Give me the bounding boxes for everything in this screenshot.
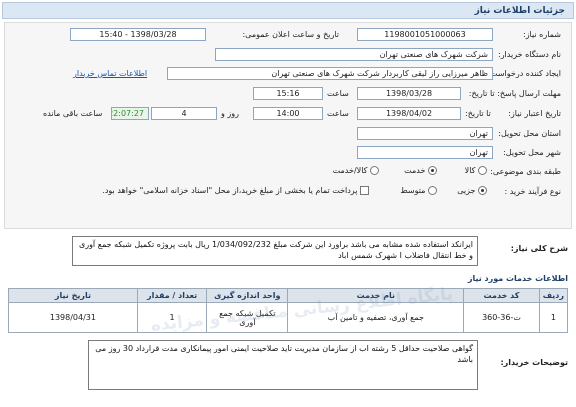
- validity-prefix: تا تاریخ:: [465, 109, 491, 118]
- page: جزئیات اطلاعات نیاز شماره نیاز: 11980010…: [0, 0, 576, 407]
- buyer-notes-label: توضیحات خریدار:: [500, 358, 568, 367]
- category-goods-radio[interactable]: [478, 166, 487, 175]
- category-both-label: کالا/خدمت: [332, 166, 368, 175]
- need-number-field[interactable]: 1198001051000063: [357, 28, 493, 41]
- reply-date-field[interactable]: 1398/03/28: [357, 87, 461, 100]
- payment-treasury-option[interactable]: پرداخت تمام یا بخشی از مبلغ خرید،از محل …: [102, 186, 369, 195]
- payment-treasury-label: پرداخت تمام یا بخشی از مبلغ خرید،از محل …: [102, 186, 358, 195]
- category-option-service[interactable]: خدمت: [404, 166, 437, 175]
- category-goods-label: کالا: [464, 166, 476, 175]
- category-label: طبقه بندی موضوعی:: [490, 167, 561, 176]
- process-option-medium[interactable]: متوسط: [400, 186, 437, 195]
- page-header: جزئیات اطلاعات نیاز: [2, 2, 574, 19]
- reply-time-field[interactable]: 15:16: [253, 87, 323, 100]
- reply-deadline-label: مهلت ارسال پاسخ: تا تاریخ:: [468, 89, 561, 98]
- validity-label: تاریخ اعتبار نیاز:: [508, 109, 561, 118]
- announce-field[interactable]: 1398/03/28 - 15:40: [70, 28, 206, 41]
- validity-date-field[interactable]: 1398/04/02: [357, 107, 461, 120]
- buyer-contact-link[interactable]: اطلاعات تماس خریدار: [73, 69, 147, 78]
- buyer-label: نام دستگاه خریدار:: [498, 50, 561, 59]
- category-service-radio[interactable]: [428, 166, 437, 175]
- col-row: ردیف: [538, 288, 569, 303]
- days-field[interactable]: 4: [151, 107, 217, 120]
- city-label: شهر محل تحویل:: [503, 148, 561, 157]
- province-label: استان محل تحویل:: [498, 129, 561, 138]
- days-label: روز و: [221, 109, 239, 118]
- category-both-radio[interactable]: [370, 166, 379, 175]
- cell-service-code: ت-36-360: [463, 302, 540, 333]
- need-details-panel: شماره نیاز: 1198001051000063 تاریخ و ساع…: [4, 22, 572, 229]
- category-option-both[interactable]: کالا/خدمت: [333, 166, 379, 175]
- page-title: جزئیات اطلاعات نیاز: [474, 6, 565, 16]
- remaining-label: ساعت باقی مانده: [43, 109, 103, 118]
- creator-label: ایجاد کننده درخواست:: [487, 69, 561, 78]
- summary-text: ایرانکد استفاده شده مشابه می باشد براورد…: [72, 236, 478, 266]
- remaining-time-field: 22:07:27: [111, 107, 149, 120]
- category-option-goods[interactable]: کالا: [465, 166, 487, 175]
- col-unit: واحد اندازه گیری: [206, 288, 289, 303]
- buyer-notes-text: گواهی صلاحیت حداقل 5 رشته اب از سازمان م…: [88, 340, 478, 390]
- col-quantity: تعداد / مقدار: [136, 288, 208, 303]
- summary-label: شرح کلی نیاز:: [510, 244, 568, 253]
- category-service-label: خدمت: [404, 166, 426, 175]
- payment-treasury-checkbox[interactable]: [360, 186, 369, 195]
- validity-time-label: ساعت: [327, 109, 349, 118]
- city-field[interactable]: تهران: [357, 146, 493, 159]
- process-medium-label: متوسط: [400, 186, 426, 195]
- creator-field[interactable]: ظاهر میرزایی راز لیقی کاربردار شرکت شهرک…: [167, 67, 493, 80]
- cell-need-date: 1398/04/31: [8, 302, 138, 333]
- col-service-code: کد خدمت: [463, 288, 540, 303]
- process-minor-radio[interactable]: [478, 186, 487, 195]
- services-title: اطلاعات خدمات مورد نیاز: [467, 274, 568, 283]
- buyer-field[interactable]: شرکت شهرک های صنعتی تهران: [215, 48, 493, 61]
- province-field[interactable]: تهران: [357, 127, 493, 140]
- process-medium-radio[interactable]: [428, 186, 437, 195]
- col-need-date: تاریخ نیاز: [8, 288, 138, 303]
- announce-label: تاریخ و ساعت اعلان عمومی:: [242, 30, 339, 39]
- need-number-label: شماره نیاز:: [523, 30, 561, 39]
- reply-time-label: ساعت: [327, 89, 349, 98]
- cell-row: 1: [538, 302, 569, 333]
- validity-time-field[interactable]: 14:00: [253, 107, 323, 120]
- process-label: نوع فرآیند خرید :: [504, 187, 561, 196]
- process-minor-label: جزیی: [457, 186, 476, 195]
- process-option-minor[interactable]: جزیی: [457, 186, 487, 195]
